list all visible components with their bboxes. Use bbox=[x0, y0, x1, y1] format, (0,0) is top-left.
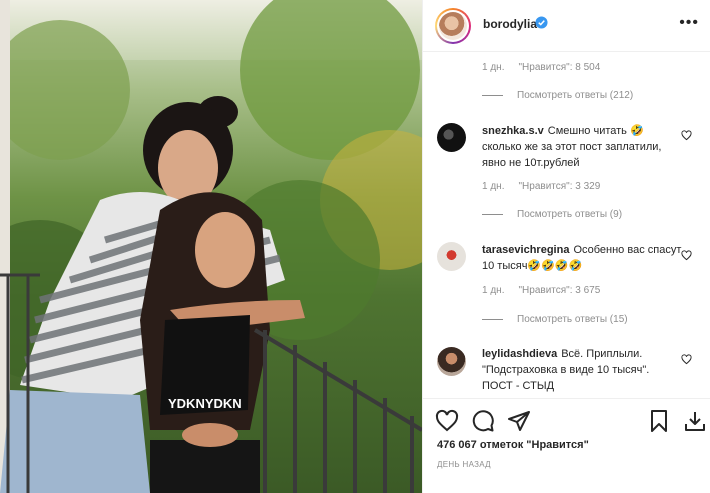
bookmark-icon[interactable] bbox=[647, 409, 671, 433]
likes-count[interactable]: 476 067 отметок "Нравится" bbox=[437, 439, 589, 451]
comment-meta: 1 дн. "Нравится": 3 675 bbox=[482, 285, 600, 296]
comment-time: 1 дн. bbox=[482, 285, 505, 296]
author-avatar[interactable] bbox=[435, 8, 471, 44]
comment-meta: 1 дн. "Нравится": 8 504 bbox=[482, 62, 600, 73]
verified-badge-icon bbox=[535, 16, 548, 29]
comment-body: snezhka.s.v Смешно читать 🤣 сколько же за… bbox=[482, 123, 682, 171]
comment-time: 1 дн. bbox=[482, 181, 505, 192]
post-photo[interactable]: YDKNYDKN bbox=[0, 0, 422, 493]
comment-icon[interactable] bbox=[471, 409, 495, 433]
comment-body: tarasevichregina Особенно вас спасут 10 т… bbox=[482, 242, 682, 274]
comments-list[interactable]: 1 дн. "Нравится": 8 504 Посмотреть ответы… bbox=[423, 52, 710, 398]
comment-username[interactable]: tarasevichregina bbox=[482, 244, 569, 256]
heart-icon[interactable] bbox=[435, 409, 459, 433]
comment-likes[interactable]: "Нравится": 8 504 bbox=[518, 62, 600, 73]
paper-plane-icon[interactable] bbox=[507, 409, 531, 433]
comment-avatar[interactable] bbox=[437, 123, 466, 152]
post-side-panel: borodylia ••• 1 дн. "Нравится": 8 504 Пос… bbox=[422, 0, 710, 493]
comment-time: 1 дн. bbox=[482, 62, 505, 73]
comment-meta: 1 дн. "Нравится": 3 329 bbox=[482, 181, 600, 192]
comment-likes[interactable]: "Нравится": 3 675 bbox=[518, 285, 600, 296]
comment-like-heart-icon[interactable] bbox=[681, 354, 692, 365]
view-replies-link[interactable]: Посмотреть ответы (9) bbox=[482, 209, 622, 220]
view-replies-link[interactable]: Посмотреть ответы (212) bbox=[482, 90, 633, 101]
comment-like-heart-icon[interactable] bbox=[681, 250, 692, 261]
post-time: ДЕНЬ НАЗАД bbox=[437, 460, 491, 469]
shirt-text: YDKNYDKN bbox=[168, 396, 242, 411]
more-options-icon[interactable]: ••• bbox=[679, 14, 699, 32]
post-header: borodylia ••• bbox=[423, 0, 710, 52]
author-username[interactable]: borodylia bbox=[483, 17, 537, 31]
comment-likes[interactable]: "Нравится": 3 329 bbox=[518, 181, 600, 192]
view-replies-link[interactable]: Посмотреть ответы (15) bbox=[482, 314, 628, 325]
comment-body: leylidashdieva Всё. Приплыли. "Подстрахов… bbox=[482, 346, 682, 394]
comment-username[interactable]: leylidashdieva bbox=[482, 348, 557, 360]
post-actions-bar: 476 067 отметок "Нравится" ДЕНЬ НАЗАД bbox=[423, 398, 710, 493]
comment-username[interactable]: snezhka.s.v bbox=[482, 125, 544, 137]
comment-like-heart-icon[interactable] bbox=[681, 130, 692, 141]
comment-avatar[interactable] bbox=[437, 347, 466, 376]
comment-avatar[interactable] bbox=[437, 242, 466, 271]
download-icon[interactable] bbox=[683, 409, 707, 433]
photo-illustration: YDKNYDKN bbox=[0, 0, 422, 493]
